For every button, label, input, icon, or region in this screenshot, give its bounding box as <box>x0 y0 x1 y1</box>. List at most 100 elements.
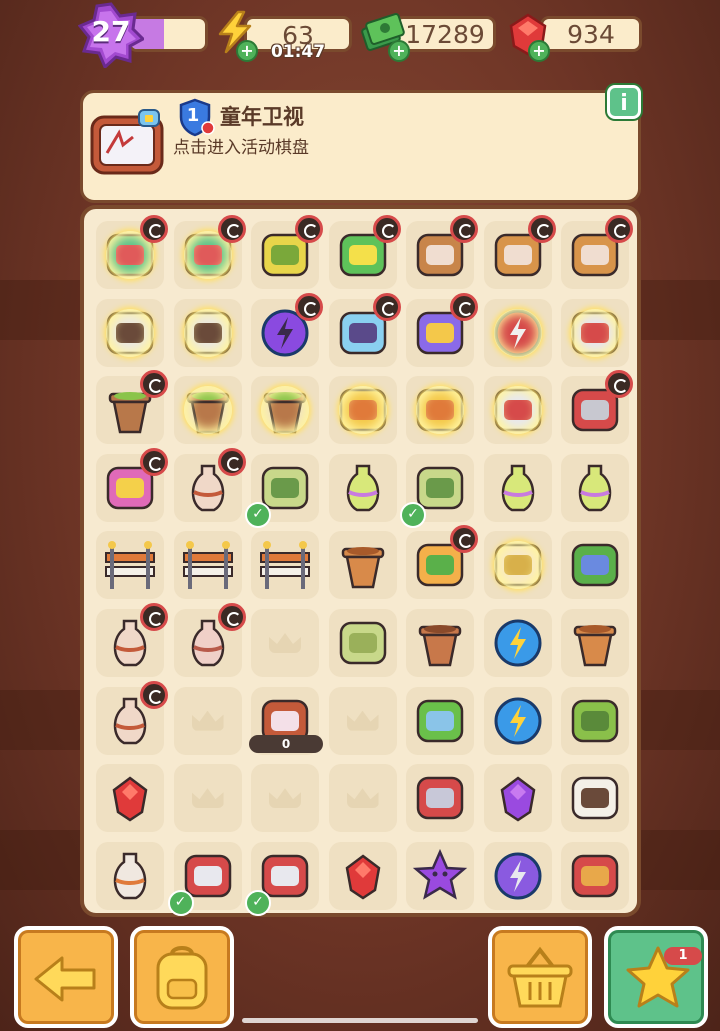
board-cell[interactable] <box>483 609 552 677</box>
board-cell[interactable] <box>483 841 552 910</box>
board-cell[interactable] <box>561 453 629 522</box>
board-cell[interactable] <box>96 370 168 445</box>
sparkle-glow <box>416 386 464 434</box>
board-cell[interactable] <box>406 841 474 910</box>
player-level: 27 <box>91 15 131 48</box>
board-cell[interactable] <box>483 531 552 600</box>
board-cell[interactable] <box>561 531 629 600</box>
board-cell[interactable] <box>328 609 397 677</box>
board-cell[interactable] <box>328 531 397 600</box>
board-cell[interactable] <box>406 764 474 833</box>
board-cell[interactable] <box>328 215 401 289</box>
purple-gem-icon <box>500 776 535 822</box>
board-cell[interactable] <box>173 298 242 367</box>
item-energy-counter: 0 <box>249 734 323 753</box>
flowerpot-icon <box>341 547 384 589</box>
favorites-button[interactable] <box>604 926 708 1028</box>
board-cell[interactable] <box>406 686 474 755</box>
board-cell[interactable] <box>96 764 164 833</box>
board-cell[interactable]: ✓ <box>245 841 319 916</box>
merge-board: ✓ ✓ 0 ✓ ✓ <box>80 205 641 917</box>
board-cell[interactable] <box>483 376 552 445</box>
board-cell[interactable] <box>96 680 168 755</box>
board-cell[interactable] <box>96 298 164 367</box>
board-cell[interactable] <box>406 376 474 445</box>
board-cell-empty[interactable] <box>251 609 319 677</box>
back-button[interactable] <box>14 926 118 1028</box>
board-cell[interactable]: ✓ <box>167 841 242 916</box>
board-cell[interactable] <box>561 764 629 833</box>
gem-plus-icon[interactable]: + <box>528 40 550 62</box>
board-cell-empty[interactable] <box>328 686 397 755</box>
board-cell[interactable] <box>561 298 629 367</box>
board-cell-empty[interactable] <box>328 764 397 833</box>
board-cell[interactable] <box>483 764 552 833</box>
board-cell[interactable] <box>173 603 246 677</box>
cooldown-timer-icon <box>605 370 633 399</box>
cash-plus-icon[interactable]: + <box>388 40 410 62</box>
board-cell[interactable]: ✓ <box>400 453 474 528</box>
board-cell[interactable] <box>251 215 323 289</box>
board-cell[interactable] <box>406 609 474 677</box>
board-cell[interactable] <box>173 376 242 445</box>
board-cell-empty[interactable] <box>173 686 242 755</box>
board-cell[interactable] <box>173 215 246 289</box>
board-cell[interactable] <box>561 686 629 755</box>
gem-counter[interactable]: 934 <box>540 16 642 52</box>
cooldown-timer-icon <box>140 447 168 476</box>
cooldown-timer-icon <box>140 215 168 243</box>
board-cell[interactable] <box>561 370 633 445</box>
board-cell-empty[interactable] <box>173 764 242 833</box>
sparkle-glow <box>494 541 542 589</box>
arrow-left-icon <box>34 956 96 1002</box>
board-cell[interactable] <box>251 292 323 367</box>
checkmark-icon: ✓ <box>245 501 271 528</box>
board-cell[interactable] <box>561 609 629 677</box>
checkmark-icon: ✓ <box>167 889 194 916</box>
cooldown-timer-icon <box>217 447 246 476</box>
cooldown-timer-icon <box>605 215 633 243</box>
board-cell[interactable] <box>173 531 242 600</box>
board-cell[interactable] <box>96 603 168 677</box>
soap-icon <box>339 621 386 665</box>
board-cell[interactable] <box>96 215 168 289</box>
cooldown-timer-icon <box>140 603 168 631</box>
seed-bag-icon <box>571 776 619 820</box>
basket-button[interactable] <box>488 926 592 1028</box>
board-cell[interactable]: 0 <box>249 686 323 755</box>
board-cell[interactable]: ✓ <box>245 453 319 528</box>
board-cell[interactable] <box>96 841 164 910</box>
board-cell[interactable] <box>406 525 478 600</box>
ruby-cluster-icon <box>112 776 148 822</box>
board-cell[interactable] <box>251 376 319 445</box>
board-cell[interactable] <box>328 453 397 522</box>
home-indicator[interactable] <box>242 1018 478 1023</box>
board-cell[interactable] <box>483 298 552 367</box>
bottle-icon <box>113 852 147 900</box>
board-cell[interactable] <box>406 215 478 289</box>
event-title: 童年卫视 <box>220 105 304 129</box>
event-panel[interactable]: 1 童年卫视 点击进入活动棋盘 i <box>80 85 641 203</box>
checkmark-icon: ✓ <box>245 889 271 916</box>
board-cell[interactable] <box>328 841 397 910</box>
cash-value: 17289 <box>405 19 485 49</box>
board-cell-empty[interactable] <box>251 764 319 833</box>
board-cell[interactable] <box>251 531 319 600</box>
board-cell[interactable] <box>483 215 556 289</box>
backpack-button[interactable] <box>130 926 234 1028</box>
board-cell[interactable] <box>96 531 164 600</box>
board-cell[interactable] <box>561 215 633 289</box>
board-cell[interactable] <box>483 453 552 522</box>
board-cell[interactable] <box>406 292 478 367</box>
board-cell[interactable] <box>328 376 397 445</box>
purple-star-icon <box>412 848 468 900</box>
board-cell[interactable] <box>328 292 401 367</box>
sparkle-glow <box>494 309 542 357</box>
board-cell[interactable] <box>561 841 629 910</box>
board-cell[interactable] <box>96 447 168 522</box>
board-cell[interactable] <box>173 447 246 522</box>
info-button[interactable]: i <box>607 85 641 119</box>
tv-chest-icon <box>90 109 164 175</box>
energy-plus-icon[interactable]: + <box>236 40 258 62</box>
board-cell[interactable] <box>483 686 552 755</box>
